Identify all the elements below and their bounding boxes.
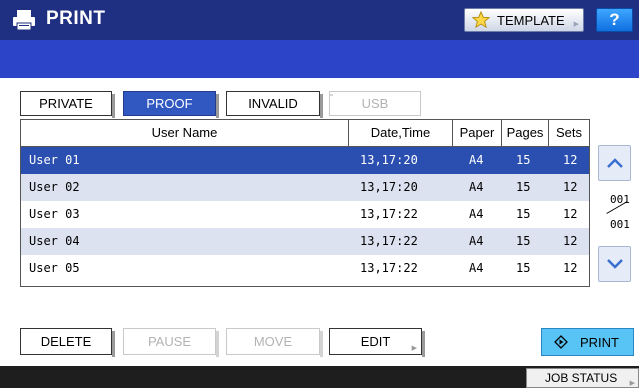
job-status-label: JOB STATUS [545,371,618,385]
cell-pages: 15 [516,153,531,167]
cell-sets: 12 [563,153,578,167]
cell-user-name: User 05 [29,261,80,275]
cell-date-time: 13,17:22 [360,234,418,248]
column-header-paper: Paper [453,120,502,146]
submenu-arrow-icon: ▶ [629,380,635,387]
message-bar [0,40,639,78]
cell-paper: A4 [469,207,484,221]
printer-icon [13,10,35,31]
template-button[interactable]: TEMPLATE ▶ [464,8,584,32]
cell-user-name: User 01 [29,153,80,167]
cell-date-time: 13,17:22 [360,261,418,275]
cell-paper: A4 [469,261,484,275]
table-row[interactable]: User 01 13,17:20 A4 15 12 [21,147,589,174]
cell-paper: A4 [469,180,484,194]
cell-date-time: 13,17:20 [360,180,418,194]
page-indicator: 001 001 [598,193,631,235]
star-icon [472,11,490,29]
cell-pages: 15 [516,234,531,248]
cell-user-name: User 04 [29,234,80,248]
job-list-header: User Name Date,Time Paper Pages Sets [21,120,589,147]
tab-usb: USB [329,91,421,116]
delete-button[interactable]: DELETE [20,328,115,357]
column-header-date-time: Date,Time [349,120,453,146]
cell-paper: A4 [469,153,484,167]
cell-pages: 15 [516,261,531,275]
tab-private[interactable]: PRIVATE [20,91,115,118]
job-status-button[interactable]: JOB STATUS ▶ [526,368,639,388]
table-row[interactable]: User 05 13,17:22 A4 15 12 [21,255,589,282]
scroll-down-button[interactable] [598,246,631,282]
edit-label: EDIT [360,334,391,349]
edit-button[interactable]: EDIT ▶ [329,328,425,357]
diamond-start-icon [554,335,568,349]
table-row[interactable]: User 03 13,17:22 A4 15 12 [21,201,589,228]
cell-sets: 12 [563,234,578,248]
chevron-down-icon [607,259,623,269]
cell-sets: 12 [563,207,578,221]
scroll-up-button[interactable] [598,145,631,181]
job-list: User Name Date,Time Paper Pages Sets Use… [20,119,590,287]
cell-user-name: User 02 [29,180,80,194]
title-bar: PRINT TEMPLATE ▶ ? [0,0,639,40]
tab-proof[interactable]: PROOF [123,91,219,118]
cell-sets: 12 [563,180,578,194]
cell-paper: A4 [469,234,484,248]
table-row[interactable]: User 02 13,17:20 A4 15 12 [21,174,589,201]
page-title: PRINT [46,8,106,29]
template-label: TEMPLATE [497,13,565,28]
cell-date-time: 13,17:20 [360,153,418,167]
move-button: MOVE [226,328,323,357]
submenu-arrow-icon: ▶ [573,21,579,28]
print-button[interactable]: PRINT [541,328,634,356]
submenu-arrow-icon: ▶ [411,345,417,352]
column-header-user-name: User Name [21,120,349,146]
column-header-sets: Sets [555,125,582,140]
help-button[interactable]: ? [596,8,633,32]
cell-sets: 12 [563,261,578,275]
column-header-pages: Pages [502,120,549,146]
print-label: PRINT [580,335,619,350]
total-pages: 001 [610,218,630,231]
tab-invalid[interactable]: INVALID [226,91,323,118]
chevron-up-icon [607,158,623,168]
cell-user-name: User 03 [29,207,80,221]
pause-button: PAUSE [123,328,219,357]
cell-pages: 15 [516,207,531,221]
cell-pages: 15 [516,180,531,194]
cell-date-time: 13,17:22 [360,207,418,221]
table-row[interactable]: User 04 13,17:22 A4 15 12 [21,228,589,255]
